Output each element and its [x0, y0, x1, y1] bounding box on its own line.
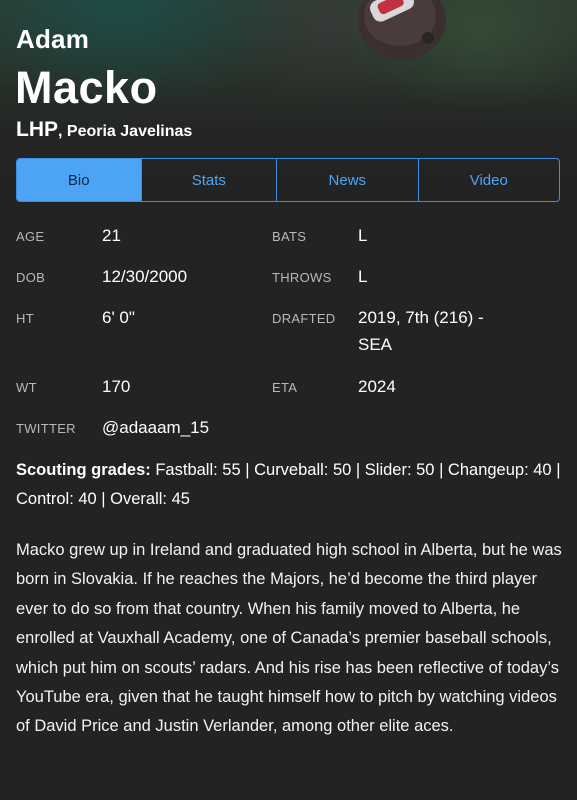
twitter-label: TWITTER — [16, 421, 76, 436]
drafted-label: DRAFTED — [272, 311, 336, 326]
tab-news[interactable]: News — [276, 159, 417, 201]
throws-value: L — [358, 267, 368, 286]
throws-label: THROWS — [272, 270, 332, 285]
tab-stats[interactable]: Stats — [140, 159, 277, 201]
dob-value: 12/30/2000 — [102, 267, 188, 286]
age-value: 21 — [102, 226, 121, 245]
height-value: 6' 0" — [102, 308, 135, 327]
dob-label: DOB — [16, 270, 46, 285]
height-label: HT — [16, 311, 34, 326]
tab-bio[interactable]: Bio — [17, 159, 141, 201]
eta-label: ETA — [272, 380, 298, 395]
scouting-grades-label: Scouting grades: — [16, 461, 151, 479]
bats-value: L — [358, 226, 368, 245]
player-bio-text: Macko grew up in Ireland and graduated h… — [16, 541, 562, 736]
player-team: Peoria Javelinas — [66, 123, 193, 140]
position-team-line: LHP, Peoria Javelinas — [16, 118, 192, 142]
player-position: LHP — [16, 118, 58, 141]
baseball-glove-image — [358, 0, 446, 60]
player-first-name: Adam — [16, 24, 90, 54]
position-separator: , — [58, 123, 63, 140]
weight-label: WT — [16, 380, 37, 395]
player-profile-page: Adam Macko LHP, Peoria Javelinas Bio Sta… — [0, 0, 577, 800]
profile-tab-bar: Bio Stats News Video — [16, 158, 560, 202]
eta-value: 2024 — [358, 377, 396, 396]
player-last-name: Macko — [15, 62, 158, 113]
scouting-grades: Scouting grades: Fastball: 55 | Curvebal… — [16, 456, 561, 514]
twitter-handle-link[interactable]: @adaaam_15 — [102, 414, 209, 441]
drafted-value-line1: 2019, 7th (216) - — [358, 308, 484, 327]
weight-value: 170 — [102, 377, 131, 396]
bats-label: BATS — [272, 229, 307, 244]
tab-video[interactable]: Video — [417, 159, 559, 201]
drafted-value-line2: SEA — [358, 335, 393, 354]
age-label: AGE — [16, 229, 45, 244]
